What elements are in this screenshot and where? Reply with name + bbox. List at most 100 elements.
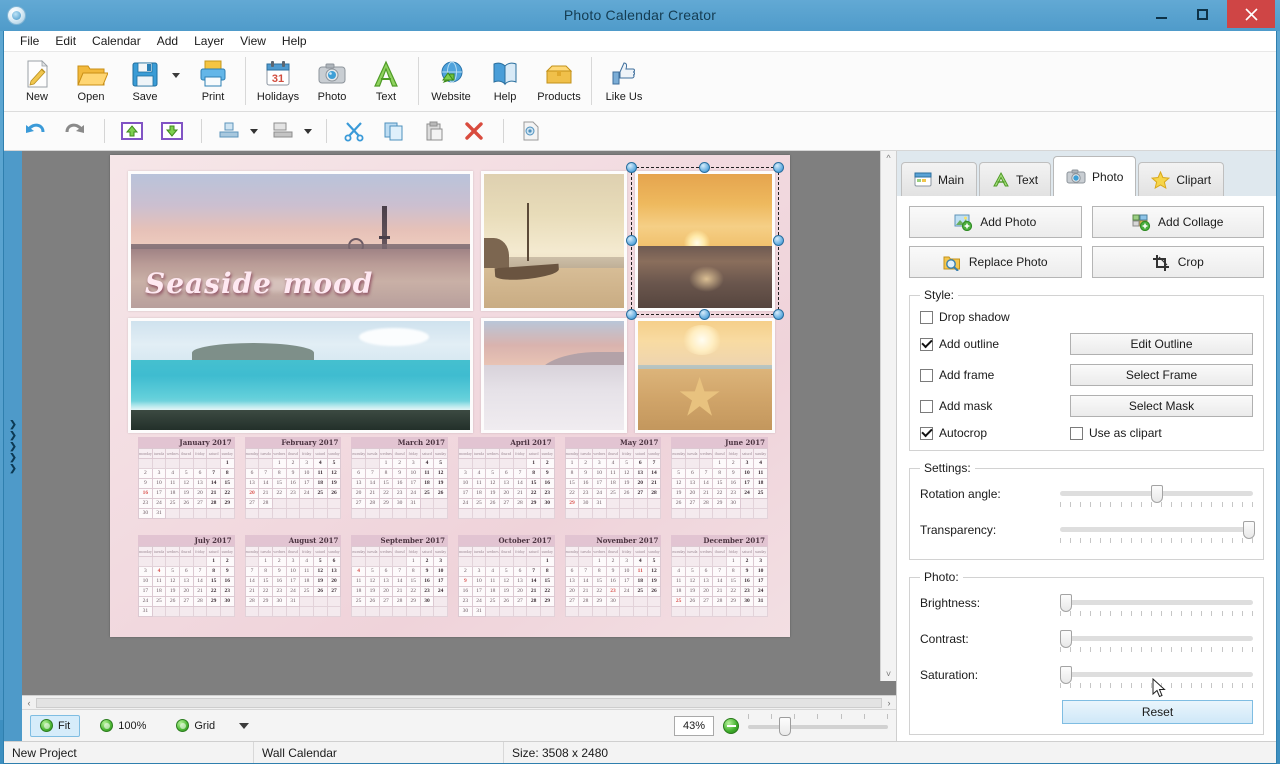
- add-mask-checkbox[interactable]: Add mask: [920, 399, 1070, 413]
- align-top-button[interactable]: [212, 116, 246, 146]
- toolbar-holidays-button[interactable]: 31 Holidays: [251, 55, 305, 110]
- toolbar-products-button[interactable]: Products: [532, 55, 586, 110]
- use-as-clipart-checkbox[interactable]: Use as clipart: [1070, 426, 1162, 440]
- photo-turquoise-bay[interactable]: [128, 318, 473, 433]
- month-block[interactable]: March 2017 monday tuesda wednes thursd friday…: [351, 437, 448, 529]
- month-block[interactable]: January 2017 monday tuesda wednes thursd frid…: [138, 437, 235, 529]
- select-mask-button[interactable]: Select Mask: [1070, 395, 1253, 417]
- minimize-button[interactable]: [1141, 0, 1181, 28]
- toolbar-save-button[interactable]: Save: [118, 55, 172, 110]
- add-outline-checkbox[interactable]: Add outline: [920, 337, 1070, 351]
- menu-calendar[interactable]: Calendar: [84, 32, 149, 51]
- scroll-right-icon[interactable]: ›: [882, 698, 896, 708]
- photo-starfish[interactable]: [635, 318, 775, 433]
- zoom-100-button[interactable]: 100%: [90, 715, 156, 737]
- menu-view[interactable]: View: [232, 32, 274, 51]
- rotation-angle-slider[interactable]: [1060, 483, 1253, 513]
- select-frame-button[interactable]: Select Frame: [1070, 364, 1253, 386]
- contrast-slider[interactable]: [1060, 628, 1253, 658]
- toolbar-help-button[interactable]: Help: [478, 55, 532, 110]
- tab-main[interactable]: Main: [901, 162, 978, 196]
- transparency-slider-track[interactable]: [1060, 527, 1253, 532]
- month-block[interactable]: February 2017 monday tuesda wednes thursd fri…: [244, 437, 342, 529]
- close-button[interactable]: [1227, 0, 1275, 28]
- bring-forward-button[interactable]: [115, 116, 149, 146]
- toolbar-photo-button[interactable]: Photo: [305, 55, 359, 110]
- copy-button[interactable]: [377, 116, 411, 146]
- brightness-slider-thumb[interactable]: [1060, 594, 1072, 612]
- toolbar-print-button[interactable]: Print: [186, 55, 240, 110]
- align-top-dropdown-icon[interactable]: [250, 128, 258, 134]
- saturation-slider[interactable]: [1060, 664, 1253, 694]
- undo-button[interactable]: [18, 116, 52, 146]
- zoom-slider-track[interactable]: [748, 725, 888, 729]
- replace-photo-button[interactable]: Replace Photo: [909, 246, 1082, 278]
- properties-button[interactable]: [514, 116, 548, 146]
- contrast-slider-track[interactable]: [1060, 636, 1253, 641]
- saturation-slider-track[interactable]: [1060, 672, 1253, 677]
- drop-shadow-checkbox[interactable]: Drop shadow: [920, 310, 1070, 324]
- zoom-percent-field[interactable]: 43%: [674, 716, 714, 736]
- calendar-page[interactable]: Seaside mood January 2017 monday tuesda …: [110, 155, 790, 637]
- autocrop-checkbox[interactable]: Autocrop: [920, 426, 1070, 440]
- month-block[interactable]: June 2017 monday tuesda wednes thursd friday s…: [671, 437, 768, 529]
- month-block[interactable]: December 2017 monday tuesda wednes thursd fri…: [671, 535, 768, 627]
- paste-button[interactable]: [417, 116, 451, 146]
- edit-outline-button[interactable]: Edit Outline: [1070, 333, 1253, 355]
- canvas-scroll-area[interactable]: Seaside mood January 2017 monday tuesda …: [22, 151, 896, 695]
- menu-file[interactable]: File: [12, 32, 47, 51]
- tab-photo[interactable]: Photo: [1053, 156, 1137, 196]
- canvas-horizontal-scrollbar[interactable]: ‹ ›: [22, 695, 896, 709]
- month-block[interactable]: October 2017 monday tuesda wednes thursd frid…: [457, 535, 555, 627]
- scroll-down-icon[interactable]: ˅: [886, 667, 891, 681]
- tab-text[interactable]: Text: [979, 162, 1052, 196]
- redo-button[interactable]: [58, 116, 92, 146]
- toolbar-save-dropdown[interactable]: [172, 55, 186, 110]
- month-block[interactable]: July 2017 monday tuesda wednes thursd friday s…: [138, 535, 235, 627]
- left-panel-expander[interactable]: ❯ ❯ ❯ ❯ ❯: [4, 151, 22, 741]
- delete-button[interactable]: [457, 116, 491, 146]
- hscroll-thumb[interactable]: [36, 697, 882, 708]
- cut-button[interactable]: [337, 116, 371, 146]
- month-block[interactable]: September 2017 monday tuesda wednes thursd fr…: [351, 535, 448, 627]
- toolbar-open-button[interactable]: Open: [64, 55, 118, 110]
- contrast-slider-thumb[interactable]: [1060, 630, 1072, 648]
- transparency-slider[interactable]: [1060, 519, 1256, 549]
- align-left-dropdown-icon[interactable]: [304, 128, 312, 134]
- add-photo-button[interactable]: Add Photo: [909, 206, 1082, 238]
- photo-sailboat[interactable]: [481, 171, 627, 311]
- brightness-slider-track[interactable]: [1060, 600, 1253, 605]
- saturation-slider-thumb[interactable]: [1060, 666, 1072, 684]
- month-block[interactable]: April 2017 monday tuesda wednes thursd friday…: [457, 437, 555, 529]
- toolbar-new-button[interactable]: New: [10, 55, 64, 110]
- zoom-options-dropdown-icon[interactable]: [239, 722, 250, 729]
- brightness-slider[interactable]: [1060, 592, 1253, 622]
- menu-add[interactable]: Add: [149, 32, 186, 51]
- scroll-up-icon[interactable]: ^: [886, 151, 890, 165]
- rotation-slider-thumb[interactable]: [1150, 485, 1163, 503]
- photo-sunset-sea[interactable]: [635, 171, 775, 311]
- menu-layer[interactable]: Layer: [186, 32, 232, 51]
- toolbar-likeus-button[interactable]: Like Us: [597, 55, 651, 110]
- send-backward-button[interactable]: [155, 116, 189, 146]
- add-frame-checkbox[interactable]: Add frame: [920, 368, 1070, 382]
- photo-snow-dunes[interactable]: [481, 318, 627, 433]
- menu-edit[interactable]: Edit: [47, 32, 84, 51]
- month-block[interactable]: August 2017 monday tuesda wednes thursd frida…: [244, 535, 342, 627]
- transparency-slider-thumb[interactable]: [1243, 521, 1256, 539]
- scroll-left-icon[interactable]: ‹: [22, 698, 36, 708]
- tab-clipart[interactable]: Clipart: [1138, 162, 1225, 196]
- crop-button[interactable]: Crop: [1091, 246, 1264, 278]
- toolbar-website-button[interactable]: Website: [424, 55, 478, 110]
- zoom-out-button[interactable]: [723, 718, 739, 734]
- zoom-fit-button[interactable]: Fit: [30, 714, 81, 737]
- canvas-vertical-scrollbar[interactable]: ^ ˅: [880, 151, 896, 681]
- zoom-grid-button[interactable]: Grid: [166, 715, 225, 737]
- align-left-button[interactable]: [266, 116, 300, 146]
- photo-seaside-mood[interactable]: Seaside mood: [128, 171, 473, 311]
- toolbar-text-button[interactable]: Text: [359, 55, 413, 110]
- menu-help[interactable]: Help: [274, 32, 315, 51]
- add-collage-button[interactable]: Add Collage: [1091, 206, 1264, 238]
- reset-button[interactable]: Reset: [1062, 700, 1253, 724]
- month-block[interactable]: May 2017 monday tuesda wednes thursd friday sa…: [564, 437, 662, 529]
